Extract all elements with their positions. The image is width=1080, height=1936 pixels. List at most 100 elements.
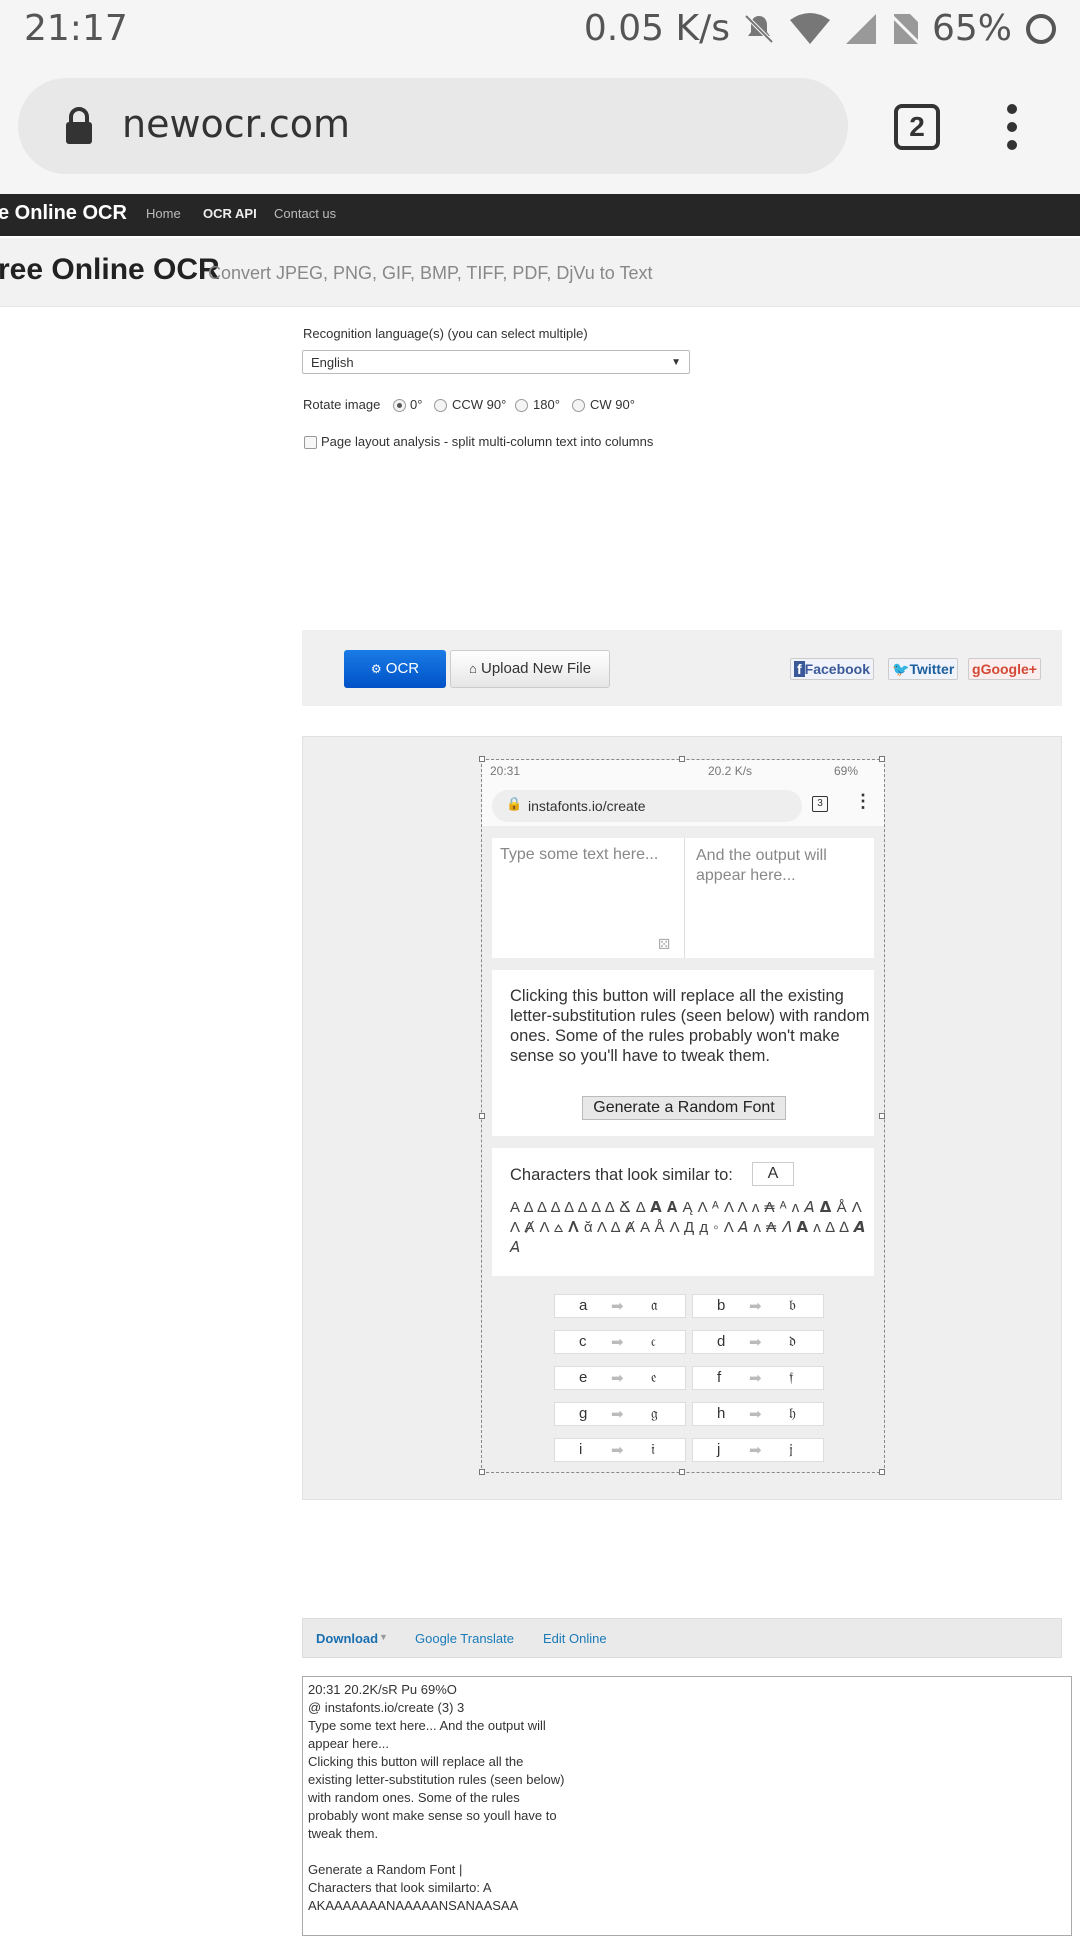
page-header: ree Online OCR Convert JPEG, PNG, GIF, B…: [0, 238, 1080, 307]
rule-h: h ➡ 𝔥: [692, 1402, 824, 1426]
preview-editor-card: Type some text here... And the output wi…: [492, 838, 874, 958]
crop-handle[interactable]: [479, 1469, 485, 1475]
preview-similar-label: Characters that look similar to:: [510, 1166, 733, 1184]
rotate-0-label: 0°: [410, 397, 423, 412]
twitter-icon: 🐦: [892, 661, 910, 677]
preview-output-placeholder: And the output will appear here...: [696, 847, 827, 884]
crop-handle[interactable]: [679, 756, 685, 762]
result-toolbar: Download ▼ Google Translate Edit Online: [302, 1618, 1062, 1658]
facebook-label: Facebook: [804, 661, 871, 677]
language-select[interactable]: English ▼: [302, 350, 690, 374]
rule-c: c ➡ 𝔠: [554, 1330, 686, 1354]
facebook-share-button[interactable]: f Facebook: [790, 658, 875, 680]
rotate-ccw90-label: CCW 90°: [452, 397, 507, 412]
ocr-button[interactable]: ⚙ OCR: [344, 650, 446, 688]
wifi-icon: [789, 12, 830, 44]
nav-link-home[interactable]: Home: [146, 206, 181, 221]
rotate-cw90-label: CW 90°: [590, 397, 635, 412]
preview-similar-char: A: [752, 1162, 794, 1186]
language-value: English: [311, 355, 354, 370]
rule-d: d ➡ 𝔡: [692, 1330, 824, 1354]
image-preview-area: 20:31 20.2 K/s 69% 🔒 instafonts.io/creat…: [302, 736, 1062, 1500]
home-icon: ⌂: [468, 661, 477, 676]
rotate-180-label: 180°: [533, 397, 560, 412]
preview-divider: [684, 838, 685, 958]
preview-url-pill: 🔒 instafonts.io/create: [492, 790, 802, 822]
facebook-icon: f: [794, 661, 805, 677]
page-subtitle: Convert JPEG, PNG, GIF, BMP, TIFF, PDF, …: [208, 263, 653, 283]
layout-analysis-label: Page layout analysis - split multi-colum…: [321, 434, 654, 449]
preview-random-text: Clicking this button will replace all th…: [510, 987, 870, 1065]
status-time: 21:17: [24, 8, 128, 49]
rule-a: a ➡ 𝔞: [554, 1294, 686, 1318]
rule-e: e ➡ 𝔢: [554, 1366, 686, 1390]
page-title: ree Online OCR: [0, 253, 220, 286]
preview-rules: a ➡ 𝔞 b ➡ 𝔟 c ➡ 𝔠 d ➡ 𝔡 e ➡ 𝔢 f ➡ 𝔣 g ➡ 𝔤 h ➡ 𝔥 i ➡ 𝔦 j ➡ 𝔧: [482, 1286, 884, 1472]
nav-link-ocr-api[interactable]: OCR API: [203, 206, 257, 221]
preview-time: 20:31: [490, 764, 521, 778]
crop-handle[interactable]: [679, 1469, 685, 1475]
crop-handle[interactable]: [879, 1113, 885, 1119]
preview-status-bar: 20:31 20.2 K/s 69%: [482, 760, 884, 782]
preview-input-placeholder: Type some text here...: [500, 846, 659, 863]
crop-handle[interactable]: [479, 1113, 485, 1119]
layout-analysis-checkbox[interactable]: [304, 436, 317, 449]
browser-toolbar: newocr.com 2: [0, 60, 1080, 194]
google-translate-link[interactable]: Google Translate: [415, 1631, 514, 1646]
preview-random-button: Generate a Random Font: [582, 1096, 786, 1120]
upload-button-label: Upload New File: [480, 660, 592, 677]
rotate-0-radio[interactable]: [393, 399, 406, 412]
rotate-180-radio[interactable]: [515, 399, 528, 412]
preview-similar-glyphs: Α Δ Δ Δ Δ Δ Δ Δ Ճ Δ 𝗔 𝐀 Ą Λ ᴬ Λ Λ ᴧ ₳ ᴬ …: [510, 1199, 866, 1256]
crop-handle[interactable]: [479, 756, 485, 762]
preview-tab-count: 3: [812, 796, 828, 812]
site-brand[interactable]: e Online OCR: [0, 202, 127, 225]
preview-battery: 69%: [834, 764, 859, 778]
upload-new-file-button[interactable]: ⌂ Upload New File: [450, 650, 610, 688]
status-bar: 21:17 0.05 K/s 65%: [0, 0, 1080, 60]
gear-icon: ⚙: [370, 662, 382, 676]
tab-switcher-button[interactable]: 2: [894, 104, 940, 150]
rule-i: i ➡ 𝔦: [554, 1438, 686, 1462]
action-bar: ⚙ OCR ⌂ Upload New File f Facebook 🐦Twitt…: [302, 630, 1062, 706]
battery-icon: [1026, 13, 1056, 44]
preview-lock-icon: 🔒: [506, 796, 523, 811]
network-speed: 0.05 K/s: [583, 8, 730, 49]
mute-icon: [744, 14, 774, 43]
download-button[interactable]: Download: [316, 1631, 378, 1646]
google-plus-share-button[interactable]: gGoogle+: [968, 658, 1041, 680]
site-navbar: e Online OCR Home OCR API Contact us: [0, 194, 1080, 236]
more-options-icon[interactable]: [1002, 104, 1022, 150]
preview-random-card: Clicking this button will replace all th…: [492, 970, 874, 1136]
google-icon: g: [972, 661, 981, 677]
dropdown-arrow-icon: ▼: [671, 357, 681, 368]
lock-icon: [66, 107, 92, 144]
rotate-label: Rotate image: [303, 397, 381, 412]
rule-b: b ➡ 𝔟: [692, 1294, 824, 1318]
rotate-ccw90-radio[interactable]: [434, 399, 447, 412]
preview-url: instafonts.io/create: [528, 798, 646, 814]
battery-percent: 65%: [931, 8, 1012, 49]
twitter-share-button[interactable]: 🐦Twitter: [888, 658, 959, 680]
preview-address-bar: 🔒 instafonts.io/create 3 ⋮: [482, 782, 884, 826]
status-right: 0.05 K/s 65%: [584, 8, 1058, 49]
twitter-label: Twitter: [909, 661, 955, 677]
edit-online-link[interactable]: Edit Online: [543, 1631, 607, 1646]
google-label: Google+: [980, 661, 1037, 677]
crop-handle[interactable]: [879, 756, 885, 762]
nav-link-contact[interactable]: Contact us: [274, 206, 336, 221]
no-sim-icon: [889, 12, 920, 45]
caret-down-icon: ▼: [379, 1632, 388, 1642]
crop-handle[interactable]: [879, 1469, 885, 1475]
rule-j: j ➡ 𝔧: [692, 1438, 824, 1462]
rotate-cw90-radio[interactable]: [572, 399, 585, 412]
language-label: Recognition language(s) (you can select …: [303, 326, 588, 341]
address-bar[interactable]: newocr.com: [18, 78, 848, 174]
uploaded-image[interactable]: 20:31 20.2 K/s 69% 🔒 instafonts.io/creat…: [481, 759, 885, 1473]
preview-speed: 20.2 K/s: [708, 764, 753, 778]
url-text[interactable]: newocr.com: [122, 102, 350, 146]
dice-icon: ⚄: [658, 936, 671, 952]
ocr-result-textarea[interactable]: 20:31 20.2K/sR Pu 69%O @ instafonts.io/c…: [302, 1676, 1072, 1936]
ocr-button-label: OCR: [385, 660, 420, 677]
rule-f: f ➡ 𝔣: [692, 1366, 824, 1390]
